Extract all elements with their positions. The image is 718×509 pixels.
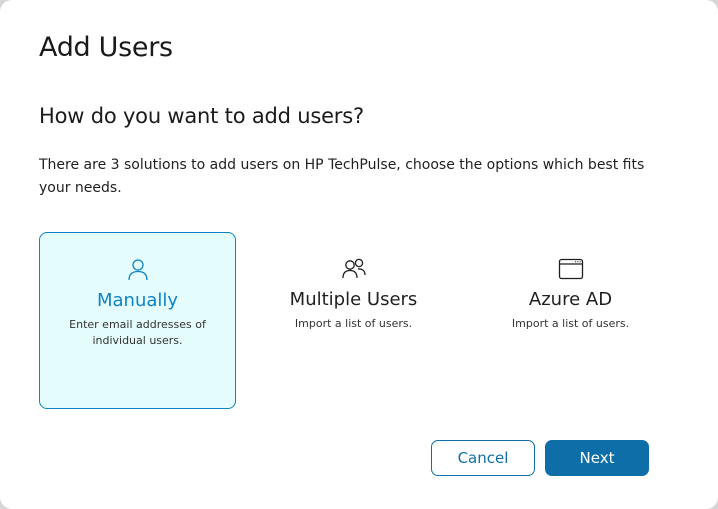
option-multiple-users-label: Multiple Users [289, 289, 418, 310]
browser-window-icon [558, 258, 583, 280]
add-users-dialog: Add Users How do you want to add users? … [0, 0, 718, 509]
user-icon [127, 259, 148, 281]
next-button[interactable]: Next [545, 440, 649, 476]
dialog-title: Add Users [39, 32, 173, 63]
option-manually-description: Enter email addresses of individual user… [69, 318, 206, 347]
option-azure-ad-label: Azure AD [528, 289, 613, 310]
option-multiple-users-description: Import a list of users. [294, 317, 413, 330]
option-multiple-users[interactable]: Multiple Users Import a list of users. [255, 232, 452, 409]
option-manually-label: Manually [96, 290, 179, 311]
cancel-button[interactable]: Cancel [431, 440, 535, 476]
option-azure-ad-description: Import a list of users. [511, 317, 630, 330]
option-azure-ad[interactable]: Azure AD Import a list of users. [472, 232, 669, 409]
users-group-icon [341, 258, 366, 279]
dialog-description: There are 3 solutions to add users on HP… [39, 157, 645, 196]
dialog-subtitle: How do you want to add users? [39, 104, 364, 128]
option-manually[interactable]: Manually Enter email addresses of indivi… [39, 232, 236, 409]
